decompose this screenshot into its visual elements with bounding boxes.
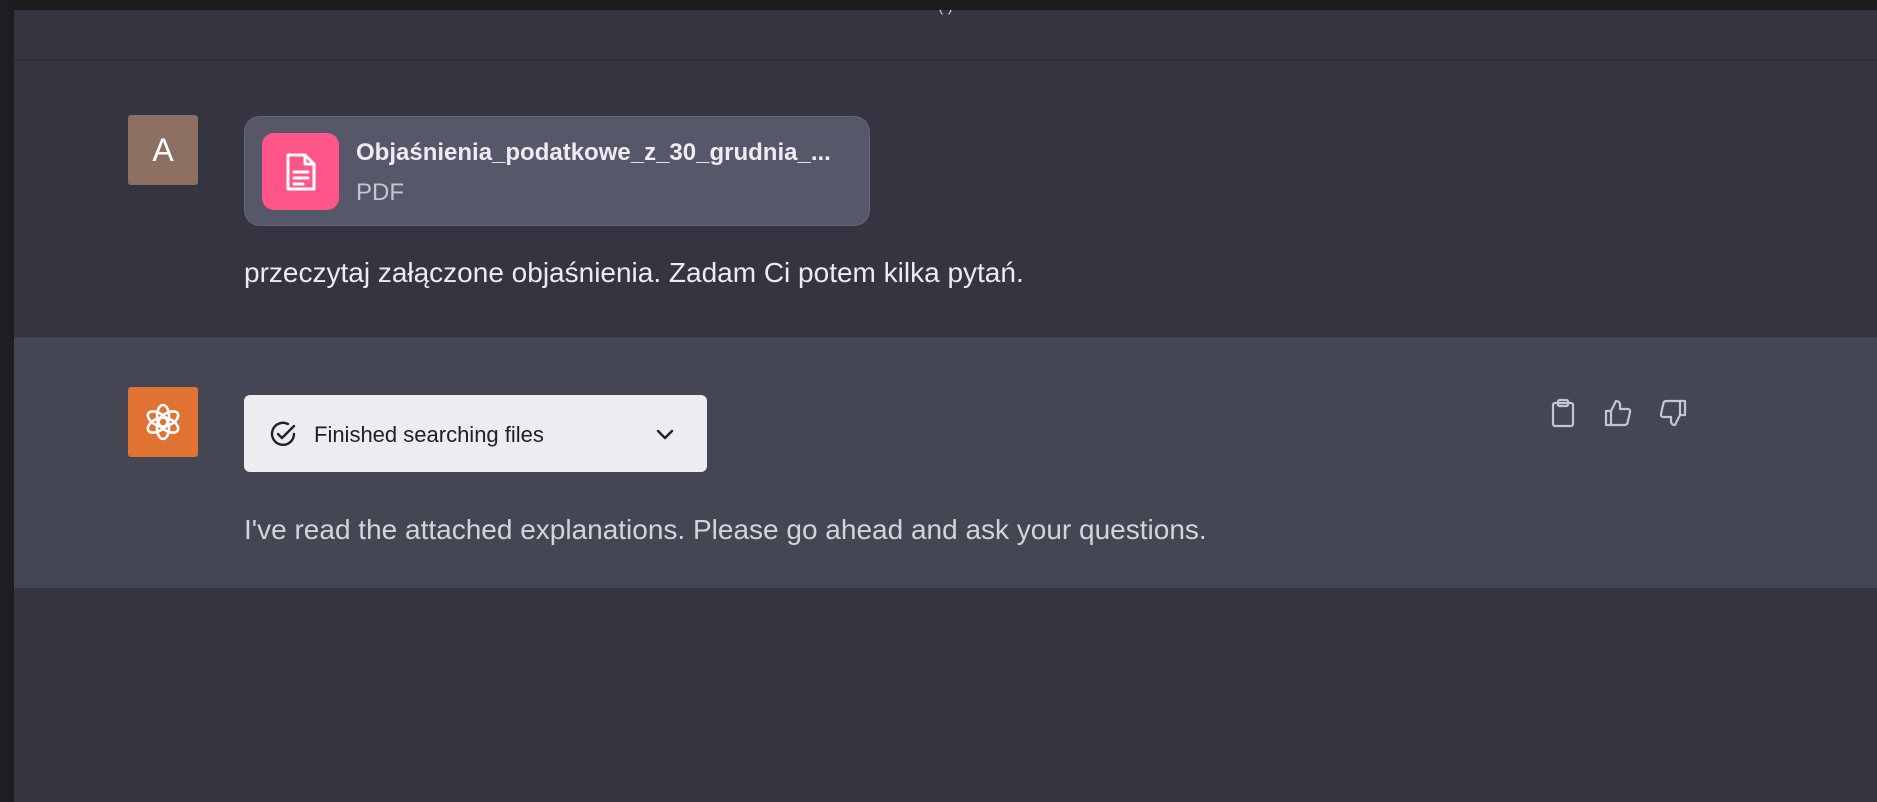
user-message: A Objaśnienia_podatkowe_z_30_grudnia_...… — [14, 61, 1877, 346]
assistant-message-text: I've read the attached explanations. Ple… — [244, 514, 1207, 545]
chat-app: ( ) A Objaśnienia_podatkowe_z_30_grudnia… — [14, 10, 1877, 802]
document-icon — [262, 133, 339, 210]
window-left-edge — [0, 0, 14, 802]
assistant-avatar — [128, 387, 198, 457]
attachment-type: PDF — [356, 179, 404, 206]
clipboard-icon — [1551, 398, 1575, 428]
check-circle-icon — [270, 421, 296, 446]
openai-logo-icon — [146, 403, 180, 441]
copy-button[interactable] — [1545, 395, 1581, 431]
chat-header: ( ) — [14, 10, 1877, 61]
user-avatar: A — [128, 115, 198, 185]
file-search-status-label: Finished searching files — [314, 422, 544, 447]
thumbs-down-icon — [1659, 399, 1687, 427]
thumbs-down-button[interactable] — [1655, 395, 1691, 431]
chevron-down-icon[interactable] — [654, 423, 676, 445]
attachment-name: Objaśnienia_podatkowe_z_30_grudnia_... — [356, 139, 831, 166]
user-message-text: przeczytaj załączone objaśnienia. Zadam … — [244, 257, 1024, 288]
thumbs-up-button[interactable] — [1600, 395, 1636, 431]
assistant-message: Finished searching files I've read the a… — [14, 337, 1877, 588]
attachment-card[interactable]: Objaśnienia_podatkowe_z_30_grudnia_... P… — [244, 116, 870, 226]
file-search-status[interactable]: Finished searching files — [244, 395, 707, 472]
window-top-border — [0, 0, 1877, 10]
header-title: ( ) — [14, 10, 1877, 16]
message-actions — [1545, 395, 1691, 431]
thumbs-up-icon — [1604, 399, 1632, 427]
